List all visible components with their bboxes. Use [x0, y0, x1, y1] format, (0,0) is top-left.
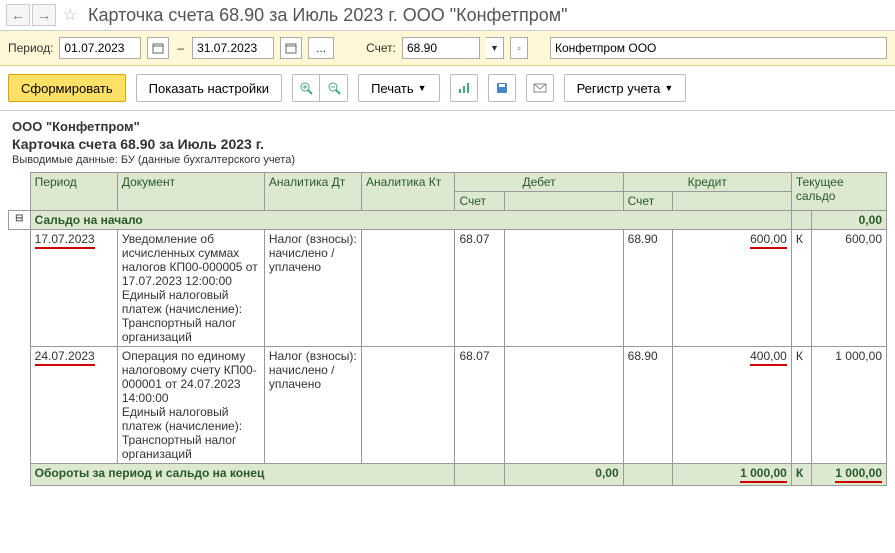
- cell-credit-amt: 600,00: [673, 230, 791, 347]
- turnover-credit: 1 000,00: [673, 464, 791, 486]
- cell-balance: 600,00: [812, 230, 887, 347]
- account-open-icon[interactable]: ▫: [510, 37, 528, 59]
- report-org: ООО "Конфетпром": [12, 119, 883, 134]
- date-from-input[interactable]: [59, 37, 141, 59]
- cell-k: К: [791, 347, 811, 464]
- period-label: Период:: [8, 41, 53, 55]
- period-picker-button[interactable]: ...: [308, 37, 334, 59]
- show-settings-button[interactable]: Показать настройки: [136, 74, 282, 102]
- turnover-label: Обороты за период и сальдо на конец: [30, 464, 455, 486]
- star-icon[interactable]: ☆: [58, 4, 82, 26]
- cell-debit-acct: 68.07: [455, 230, 505, 347]
- cell-document: Уведомление об исчисленных суммах налого…: [117, 230, 264, 347]
- turnover-debit: 0,00: [505, 464, 623, 486]
- th-debit-amt: [505, 192, 623, 211]
- register-label: Регистр учета: [577, 81, 661, 96]
- account-input[interactable]: [402, 37, 480, 59]
- turnover-balance: 1 000,00: [812, 464, 887, 486]
- dash: –: [177, 41, 184, 55]
- cell-k: К: [791, 230, 811, 347]
- report-subtitle: Выводимые данные: БУ (данные бухгалтерск…: [12, 154, 883, 166]
- th-debit-acct: Счет: [455, 192, 505, 211]
- zoom-out-icon[interactable]: [320, 74, 348, 102]
- expand-icon[interactable]: ⊟: [9, 211, 31, 230]
- table-row: 17.07.2023 Уведомление об исчисленных су…: [9, 230, 887, 347]
- account-dropdown-icon[interactable]: ▼: [486, 37, 504, 59]
- cell-debit-acct: 68.07: [455, 347, 505, 464]
- email-icon[interactable]: [526, 74, 554, 102]
- account-label: Счет:: [366, 41, 396, 55]
- filter-bar: Период: – ... Счет: ▼ ▫: [0, 31, 895, 66]
- table-row: 24.07.2023 Операция по единому налоговом…: [9, 347, 887, 464]
- th-analytics-kt: Аналитика Кт: [362, 173, 455, 211]
- th-period: Период: [30, 173, 117, 211]
- cell-credit-amt: 400,00: [673, 347, 791, 464]
- back-button[interactable]: ←: [6, 4, 30, 26]
- page-title: Карточка счета 68.90 за Июль 2023 г. ООО…: [88, 5, 568, 26]
- th-credit-acct: Счет: [623, 192, 673, 211]
- action-bar: Сформировать Показать настройки Печать▼ …: [0, 66, 895, 111]
- cell-analytics-dt: Налог (взносы): начислено / уплачено: [264, 230, 361, 347]
- cell-balance: 1 000,00: [812, 347, 887, 464]
- th-credit: Кредит: [623, 173, 791, 192]
- forward-button[interactable]: →: [32, 4, 56, 26]
- cell-debit-amt: [505, 230, 623, 347]
- turnover-k: К: [791, 464, 811, 486]
- calendar-icon[interactable]: [280, 37, 302, 59]
- cell-analytics-kt: [362, 230, 455, 347]
- report-area: ООО "Конфетпром" Карточка счета 68.90 за…: [8, 113, 887, 486]
- cell-analytics-kt: [362, 347, 455, 464]
- saldo-start-label: Сальдо на начало: [30, 211, 791, 230]
- form-button[interactable]: Сформировать: [8, 74, 126, 102]
- th-document: Документ: [117, 173, 264, 211]
- register-button[interactable]: Регистр учета▼: [564, 74, 687, 102]
- th-balance: Текущее сальдо: [791, 173, 886, 211]
- print-label: Печать: [371, 81, 414, 96]
- chart-icon[interactable]: [450, 74, 478, 102]
- cell-document: Операция по единому налоговому счету КП0…: [117, 347, 264, 464]
- org-input[interactable]: [550, 37, 887, 59]
- cell-credit-acct: 68.90: [623, 347, 673, 464]
- date-to-input[interactable]: [192, 37, 274, 59]
- zoom-in-icon[interactable]: [292, 74, 320, 102]
- th-debit: Дебет: [455, 173, 623, 192]
- cell-period: 17.07.2023: [30, 230, 117, 347]
- cell-analytics-dt: Налог (взносы): начислено / уплачено: [264, 347, 361, 464]
- save-icon[interactable]: [488, 74, 516, 102]
- report-table: Период Документ Аналитика Дт Аналитика К…: [8, 172, 887, 486]
- th-credit-amt: [673, 192, 791, 211]
- print-button[interactable]: Печать▼: [358, 74, 440, 102]
- cell-debit-amt: [505, 347, 623, 464]
- calendar-icon[interactable]: [147, 37, 169, 59]
- cell-credit-acct: 68.90: [623, 230, 673, 347]
- th-analytics-dt: Аналитика Дт: [264, 173, 361, 211]
- saldo-start-value: 0,00: [812, 211, 887, 230]
- report-title: Карточка счета 68.90 за Июль 2023 г.: [12, 136, 883, 152]
- top-toolbar: ← → ☆ Карточка счета 68.90 за Июль 2023 …: [0, 0, 895, 31]
- cell-period: 24.07.2023: [30, 347, 117, 464]
